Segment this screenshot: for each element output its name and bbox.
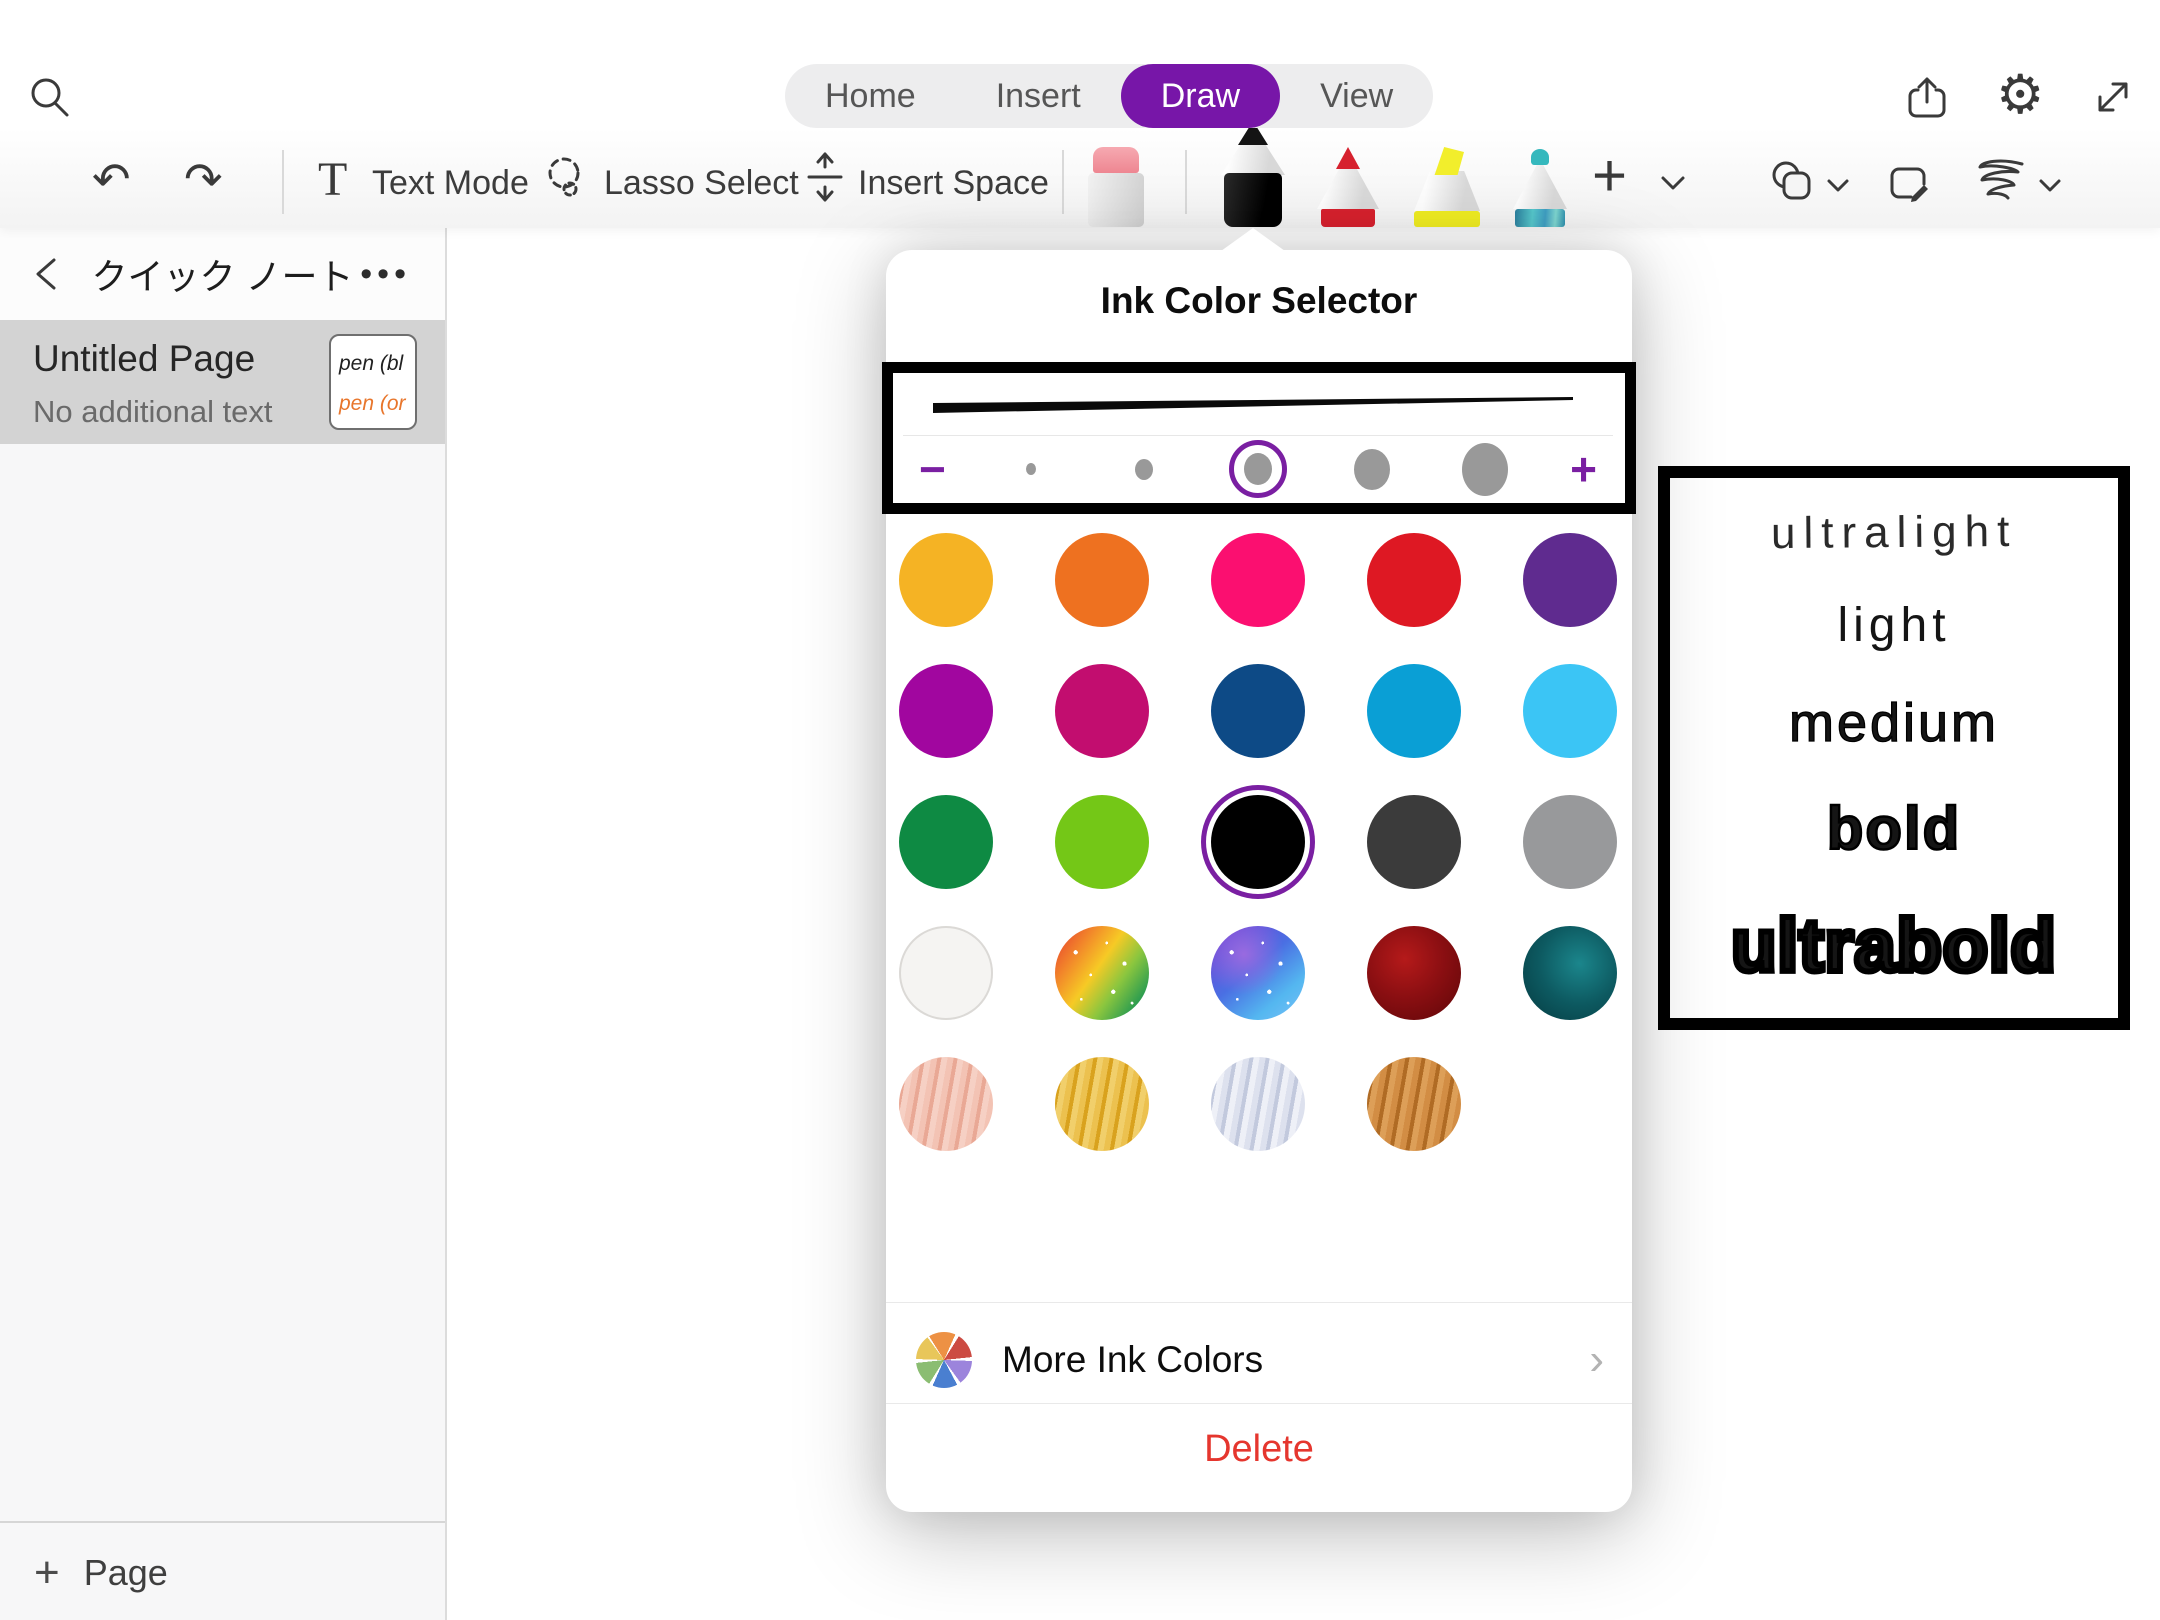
lasso-select-label[interactable]: Lasso Select	[604, 164, 799, 203]
add-page-button[interactable]: + Page	[0, 1525, 445, 1620]
tab-draw[interactable]: Draw	[1121, 64, 1280, 128]
add-page-label: Page	[84, 1552, 168, 1594]
popup-arrow	[1221, 228, 1285, 251]
swatch-yellow[interactable]	[899, 533, 993, 627]
delete-pen-button[interactable]: Delete	[886, 1428, 1632, 1471]
share-button[interactable]	[1903, 72, 1953, 122]
swatch-gray[interactable]	[1523, 795, 1617, 889]
sample-bold: bold	[1827, 794, 1962, 863]
sidebar: クイック ノート ••• Untitled Page No additional…	[0, 228, 447, 1620]
add-pen-button[interactable]: +	[1592, 146, 1627, 206]
insert-space-button[interactable]	[800, 150, 850, 204]
swatch-red[interactable]	[1367, 533, 1461, 627]
thickness-option-2[interactable]	[1115, 440, 1173, 498]
thickness-minus-button[interactable]: −	[919, 446, 946, 492]
sample-ultrabold: ultrabold	[1731, 903, 2057, 988]
swatch-light-green[interactable]	[1055, 795, 1149, 889]
swatch-galaxy[interactable]	[1211, 926, 1305, 1020]
sample-medium: medium	[1789, 692, 1999, 754]
weight-samples: ultralight light medium bold ultrabold	[1658, 466, 2130, 1030]
search-button[interactable]	[26, 74, 74, 122]
insert-space-label[interactable]: Insert Space	[858, 164, 1049, 203]
swatch-black[interactable]	[1211, 795, 1305, 889]
swatch-rose-gold[interactable]	[899, 1057, 993, 1151]
undo-button[interactable]: ↶	[92, 156, 131, 202]
chevron-right-icon: ›	[1589, 1335, 1604, 1385]
tab-bar: HomeInsertDrawView	[785, 64, 1433, 128]
top-chrome: HomeInsertDrawView ⚙ ↶ ↷ T Text Mode	[0, 0, 2160, 228]
swatch-sky-blue[interactable]	[1523, 664, 1617, 758]
popup-title: Ink Color Selector	[886, 280, 1632, 322]
swatch-pink[interactable]	[1211, 533, 1305, 627]
toolbar-divider	[282, 150, 284, 214]
tab-view[interactable]: View	[1280, 64, 1433, 128]
swatch-gold[interactable]	[1055, 1057, 1149, 1151]
stroke-preview	[933, 387, 1583, 431]
scribble-ink-button[interactable]	[1972, 156, 2030, 210]
note-pen-button[interactable]	[1884, 158, 1936, 208]
swatch-navy-blue[interactable]	[1211, 664, 1305, 758]
swatch-orange[interactable]	[1055, 533, 1149, 627]
swatch-dark-gray[interactable]	[1367, 795, 1461, 889]
add-pen-chevron-down-icon[interactable]	[1658, 172, 1688, 194]
thickness-plus-button[interactable]: +	[1570, 446, 1597, 492]
text-mode-button[interactable]: T	[318, 152, 347, 207]
thickness-dots: − +	[919, 436, 1597, 502]
toolbar-divider	[1062, 150, 1064, 214]
thumbnail-text: pen (bl	[339, 344, 415, 384]
sidebar-footer-divider	[0, 1521, 445, 1523]
swatch-green[interactable]	[899, 795, 993, 889]
thickness-option-5[interactable]	[1456, 440, 1514, 498]
scribble-chevron-down-icon[interactable]	[2036, 176, 2064, 196]
swatch-dark-red-marble[interactable]	[1367, 926, 1461, 1020]
more-row-divider	[886, 1302, 1632, 1303]
thickness-option-1[interactable]	[1002, 440, 1060, 498]
sample-light: light	[1837, 598, 1950, 653]
yellow-highlighter-tool[interactable]	[1402, 121, 1492, 227]
thickness-option-4[interactable]	[1343, 440, 1401, 498]
thumbnail-text: pen (or	[339, 384, 415, 424]
page-list-item[interactable]: Untitled Page No additional text pen (bl…	[0, 320, 445, 444]
sidebar-header: クイック ノート •••	[0, 228, 445, 320]
thickness-annotation-box: − +	[882, 362, 1636, 514]
swatch-violet[interactable]	[899, 664, 993, 758]
black-pen-tool-selected[interactable]	[1208, 121, 1298, 227]
delete-row-divider	[886, 1403, 1632, 1404]
color-wheel-icon	[916, 1332, 972, 1388]
sidebar-more-button[interactable]: •••	[360, 255, 411, 294]
toolbar-divider	[1185, 150, 1187, 214]
swatch-bronze[interactable]	[1367, 1057, 1461, 1151]
expand-fullscreen-button[interactable]	[2088, 72, 2138, 122]
redo-button[interactable]: ↷	[184, 156, 223, 202]
galaxy-pencil-tool[interactable]	[1495, 121, 1585, 227]
text-mode-label[interactable]: Text Mode	[372, 164, 529, 203]
shapes-button[interactable]	[1768, 158, 1820, 208]
onenote-app: クイック ノート ••• Untitled Page No additional…	[0, 0, 2160, 1620]
tab-insert[interactable]: Insert	[956, 64, 1121, 128]
swatch-rainbow-glitter[interactable]	[1055, 926, 1149, 1020]
page-subtitle: No additional text	[33, 394, 273, 430]
more-ink-colors-button[interactable]: More Ink Colors ›	[886, 1316, 1632, 1404]
plus-icon: +	[34, 1548, 60, 1598]
color-grid	[899, 533, 1617, 1151]
swatch-dark-purple[interactable]	[1523, 533, 1617, 627]
swatch-teal-marble[interactable]	[1523, 926, 1617, 1020]
ink-color-selector-popup: Ink Color Selector − + More Ink Colors ›…	[886, 250, 1632, 1512]
page-title: Untitled Page	[33, 338, 255, 380]
shapes-chevron-down-icon[interactable]	[1824, 176, 1852, 196]
lasso-select-button[interactable]	[540, 152, 592, 204]
text-mode-icon: T	[318, 152, 347, 207]
red-pen-tool[interactable]	[1303, 121, 1393, 227]
thickness-option-3[interactable]	[1229, 440, 1287, 498]
swatch-blue[interactable]	[1367, 664, 1461, 758]
swatch-white[interactable]	[899, 926, 993, 1020]
tab-home[interactable]: Home	[785, 64, 956, 128]
eraser-tool[interactable]	[1071, 121, 1161, 227]
settings-gear-icon[interactable]: ⚙	[1996, 68, 2044, 122]
swatch-silver[interactable]	[1211, 1057, 1305, 1151]
page-thumbnail: pen (blpen (or	[329, 334, 417, 430]
sample-ultralight: ultralight	[1771, 507, 2018, 559]
more-ink-colors-label: More Ink Colors	[1002, 1339, 1263, 1381]
swatch-magenta[interactable]	[1055, 664, 1149, 758]
